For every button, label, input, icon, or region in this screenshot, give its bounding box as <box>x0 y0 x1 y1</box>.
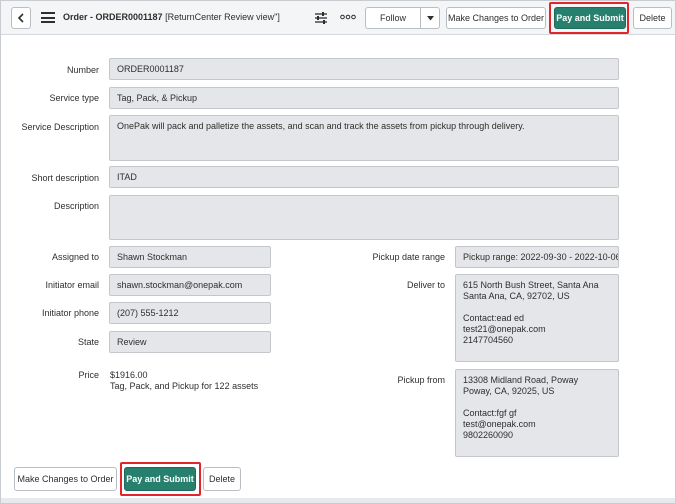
title-view: [ReturnCenter Review view"] <box>165 12 280 22</box>
pickup-address-line1: 13308 Midland Road, Poway <box>463 375 579 385</box>
price-value: $1916.00 Tag, Pack, and Pickup for 122 a… <box>110 370 258 392</box>
bottom-band <box>1 498 675 503</box>
deliver-phone: 2147704560 <box>463 335 514 345</box>
chevron-down-icon <box>426 15 434 20</box>
deliver-to-field: 615 North Bush Street, Santa Ana Santa A… <box>455 274 619 362</box>
initiator-email-field: shawn.stockman@onepak.com <box>109 274 271 296</box>
deliver-contact: Contact:ead ed <box>463 313 525 323</box>
more-options-icon[interactable] <box>340 13 356 21</box>
make-changes-button-bottom[interactable]: Make Changes to Order <box>14 467 117 491</box>
pickup-email: test@onepak.com <box>463 419 536 429</box>
service-description-field: OnePak will pack and palletize the asset… <box>109 115 619 161</box>
hamburger-menu-icon[interactable] <box>41 12 55 23</box>
description-field[interactable] <box>109 195 619 240</box>
back-button[interactable] <box>11 7 31 29</box>
title-record: Order - ORDER0001187 <box>63 12 163 22</box>
follow-dropdown-button[interactable] <box>420 7 440 29</box>
delete-button-top[interactable]: Delete <box>633 7 672 29</box>
service-type-field: Tag, Pack, & Pickup <box>109 87 619 109</box>
pickup-from-label: Pickup from <box>397 375 445 385</box>
highlight-box-bottom <box>120 462 201 496</box>
make-changes-button-top[interactable]: Make Changes to Order <box>446 7 546 29</box>
pickup-date-range-field: Pickup range: 2022-09-30 - 2022-10-06 <box>455 246 619 268</box>
service-type-label: Service type <box>49 93 99 103</box>
pickup-from-field: 13308 Midland Road, Poway Poway, CA, 920… <box>455 369 619 457</box>
pickup-phone: 9802260090 <box>463 430 514 440</box>
pickup-date-range-label: Pickup date range <box>372 252 445 262</box>
deliver-address-line1: 615 North Bush Street, Santa Ana <box>463 280 599 290</box>
price-label: Price <box>78 370 99 380</box>
initiator-phone-field: (207) 555-1212 <box>109 302 271 324</box>
price-detail: Tag, Pack, and Pickup for 122 assets <box>110 381 259 391</box>
deliver-address-line2: Santa Ana, CA, 92702, US <box>463 291 570 301</box>
page-title: Order - ORDER0001187 [ReturnCenter Revie… <box>63 12 280 22</box>
pickup-contact: Contact:fgf gf <box>463 408 517 418</box>
state-field: Review <box>109 331 271 353</box>
settings-sliders-icon[interactable] <box>314 11 328 25</box>
initiator-phone-label: Initiator phone <box>41 308 99 318</box>
description-label: Description <box>53 201 99 211</box>
state-label: State <box>77 337 99 347</box>
initiator-email-label: Initiator email <box>45 280 99 290</box>
follow-button[interactable]: Follow <box>365 7 421 29</box>
deliver-to-label: Deliver to <box>406 280 445 290</box>
delete-button-bottom[interactable]: Delete <box>203 467 241 491</box>
chevron-left-icon <box>17 13 24 23</box>
deliver-email: test21@onepak.com <box>463 324 546 334</box>
pickup-address-line2: Poway, CA, 92025, US <box>463 386 555 396</box>
price-amount: $1916.00 <box>110 370 148 380</box>
highlight-box-top <box>549 2 629 34</box>
short-description-label: Short description <box>31 173 99 183</box>
short-description-field[interactable]: ITAD <box>109 166 619 188</box>
number-field: ORDER0001187 <box>109 58 619 80</box>
number-label: Number <box>66 65 99 75</box>
assigned-to-field: Shawn Stockman <box>109 246 271 268</box>
assigned-to-label: Assigned to <box>51 252 99 262</box>
service-description-label: Service Description <box>21 122 99 132</box>
